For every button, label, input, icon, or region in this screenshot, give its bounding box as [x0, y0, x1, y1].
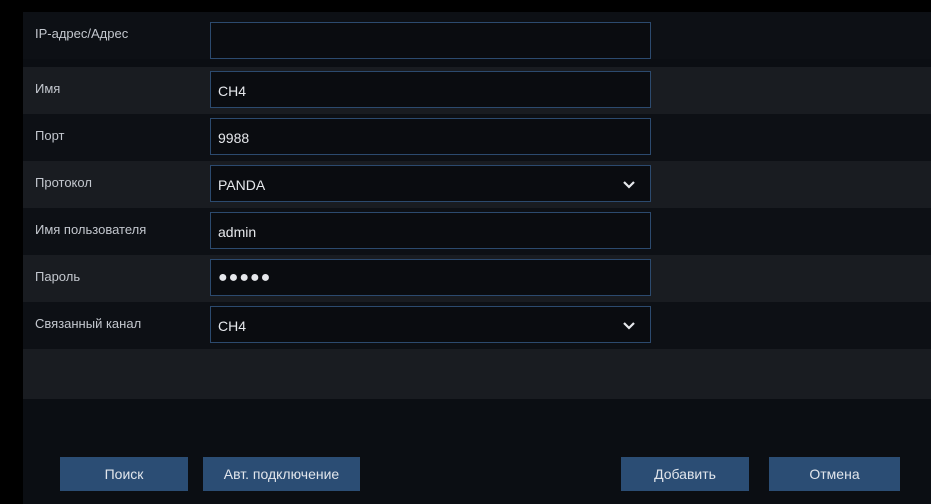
- search-button[interactable]: Поиск: [60, 457, 188, 491]
- protocol-value: PANDA: [218, 177, 266, 193]
- password-row: Пароль ●●●●●: [23, 255, 931, 302]
- empty-row: [23, 349, 931, 399]
- username-row: Имя пользователя admin: [23, 208, 931, 255]
- password-value: ●●●●●: [218, 269, 272, 286]
- protocol-label: Протокол: [35, 175, 92, 190]
- username-input[interactable]: admin: [210, 212, 651, 249]
- name-input[interactable]: CH4: [210, 71, 651, 108]
- chevron-down-icon[interactable]: [621, 176, 637, 192]
- protocol-row: Протокол PANDA: [23, 161, 931, 208]
- add-button[interactable]: Добавить: [621, 457, 749, 491]
- protocol-select[interactable]: PANDA: [210, 165, 651, 202]
- linked-channel-row: Связанный канал CH4: [23, 302, 931, 349]
- linked-channel-label: Связанный канал: [35, 316, 142, 331]
- username-value: admin: [218, 224, 257, 240]
- ip-address-label: IP-адрес/Адрес: [35, 26, 129, 41]
- port-value: 9988: [218, 130, 250, 146]
- password-label: Пароль: [35, 269, 81, 284]
- ip-address-row: IP-адрес/Адрес: [23, 12, 931, 59]
- chevron-down-icon[interactable]: [621, 317, 637, 333]
- linked-channel-select[interactable]: CH4: [210, 306, 651, 343]
- name-value: CH4: [218, 83, 247, 99]
- auto-connect-button[interactable]: Авт. подключение: [203, 457, 360, 491]
- port-label: Порт: [35, 128, 65, 143]
- linked-channel-value: CH4: [218, 318, 247, 334]
- port-row: Порт 9988: [23, 114, 931, 161]
- password-input[interactable]: ●●●●●: [210, 259, 651, 296]
- add-device-dialog: IP-адрес/Адрес Имя CH4 Порт 9988 Протоко…: [23, 12, 931, 504]
- name-label: Имя: [35, 81, 61, 96]
- username-label: Имя пользователя: [35, 222, 147, 237]
- name-row: Имя CH4: [23, 67, 931, 114]
- cancel-button[interactable]: Отмена: [769, 457, 900, 491]
- port-input[interactable]: 9988: [210, 118, 651, 155]
- ip-address-input[interactable]: [210, 22, 651, 59]
